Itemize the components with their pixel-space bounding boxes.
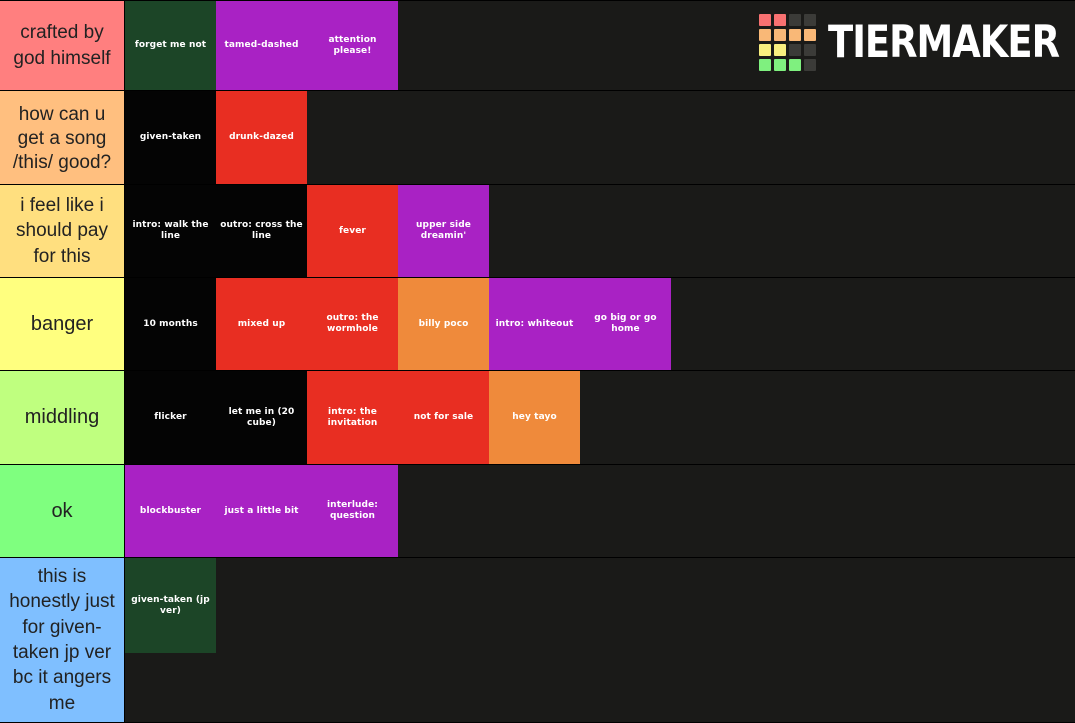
logo-cell-2-0	[759, 44, 772, 56]
tier-row: how can u get a song /this/ good? given-t…	[0, 90, 1075, 185]
tier-label[interactable]: ok	[0, 465, 125, 557]
logo-cell-2-3	[804, 44, 817, 56]
tier-items[interactable]: flicker let me in (20 cube) intro: the inv…	[125, 371, 1075, 464]
logo-cell-3-3	[804, 59, 817, 71]
tier-item-tile[interactable]: 10 months	[125, 278, 216, 370]
tier-item-tile[interactable]: mixed up	[216, 278, 307, 370]
tier-label[interactable]: crafted by god himself	[0, 1, 125, 90]
tier-item-tile[interactable]: intro: the invitation	[307, 371, 398, 464]
tier-item-tile[interactable]: not for sale	[398, 371, 489, 464]
tier-label[interactable]: i feel like i should pay for this	[0, 185, 125, 277]
tier-item-tile[interactable]: flicker	[125, 371, 216, 464]
tier-label[interactable]: how can u get a song /this/ good?	[0, 91, 125, 184]
tiermaker-wordmark: TIERMAKER	[828, 16, 1060, 68]
logo-cell-1-2	[789, 29, 802, 41]
logo-cell-3-0	[759, 59, 772, 71]
tier-items[interactable]: intro: walk the line outro: cross the lin…	[125, 185, 1075, 277]
logo-cell-0-1	[774, 14, 787, 26]
tier-item-tile[interactable]: let me in (20 cube)	[216, 371, 307, 464]
tiermaker-logo: TIERMAKER	[759, 14, 1060, 71]
logo-cell-2-1	[774, 44, 787, 56]
tier-items[interactable]: 10 months mixed up outro: the wormhole bill…	[125, 278, 1075, 370]
tier-label[interactable]: this is honestly just for given-taken jp…	[0, 558, 125, 722]
tier-row: i feel like i should pay for this intro: …	[0, 184, 1075, 278]
logo-cell-0-2	[789, 14, 802, 26]
tier-item-tile[interactable]: blockbuster	[125, 465, 216, 557]
tier-item-tile[interactable]: given-taken	[125, 91, 216, 184]
tier-item-tile[interactable]: attention please!	[307, 1, 398, 90]
tier-item-tile[interactable]: given-taken (jp ver)	[125, 558, 216, 653]
logo-cell-3-1	[774, 59, 787, 71]
tier-list-board: TIERMAKER crafted by god himself forget m…	[0, 0, 1075, 723]
tier-item-tile[interactable]: intro: whiteout	[489, 278, 580, 370]
logo-cell-1-1	[774, 29, 787, 41]
tier-row: middling flicker let me in (20 cube) intro:…	[0, 370, 1075, 465]
logo-cell-3-2	[789, 59, 802, 71]
logo-cell-1-3	[804, 29, 817, 41]
logo-cell-0-0	[759, 14, 772, 26]
tier-item-tile[interactable]: just a little bit	[216, 465, 307, 557]
tier-item-tile[interactable]: outro: cross the line	[216, 185, 307, 277]
tier-label[interactable]: middling	[0, 371, 125, 464]
tier-item-tile[interactable]: fever	[307, 185, 398, 277]
tier-item-tile[interactable]: tamed-dashed	[216, 1, 307, 90]
tier-item-tile[interactable]: drunk-dazed	[216, 91, 307, 184]
tier-item-tile[interactable]: interlude: question	[307, 465, 398, 557]
tier-item-tile[interactable]: hey tayo	[489, 371, 580, 464]
tier-row: this is honestly just for given-taken jp…	[0, 557, 1075, 723]
tier-item-tile[interactable]: upper side dreamin'	[398, 185, 489, 277]
tier-item-tile[interactable]: go big or go home	[580, 278, 671, 370]
tier-items[interactable]: given-taken drunk-dazed	[125, 91, 1075, 184]
tier-items[interactable]: given-taken (jp ver)	[125, 558, 1075, 722]
tier-item-tile[interactable]: billy poco	[398, 278, 489, 370]
tier-row: ok blockbuster just a little bit interlude:…	[0, 464, 1075, 558]
logo-cell-1-0	[759, 29, 772, 41]
tier-items[interactable]: blockbuster just a little bit interlude: q…	[125, 465, 1075, 557]
tier-item-tile[interactable]: forget me not	[125, 1, 216, 90]
tier-row: banger 10 months mixed up outro: the wormho…	[0, 277, 1075, 371]
logo-cell-0-3	[804, 14, 817, 26]
tier-label[interactable]: banger	[0, 278, 125, 370]
tier-item-tile[interactable]: outro: the wormhole	[307, 278, 398, 370]
tier-item-tile[interactable]: intro: walk the line	[125, 185, 216, 277]
logo-cell-2-2	[789, 44, 802, 56]
tiermaker-logo-grid	[759, 14, 817, 71]
